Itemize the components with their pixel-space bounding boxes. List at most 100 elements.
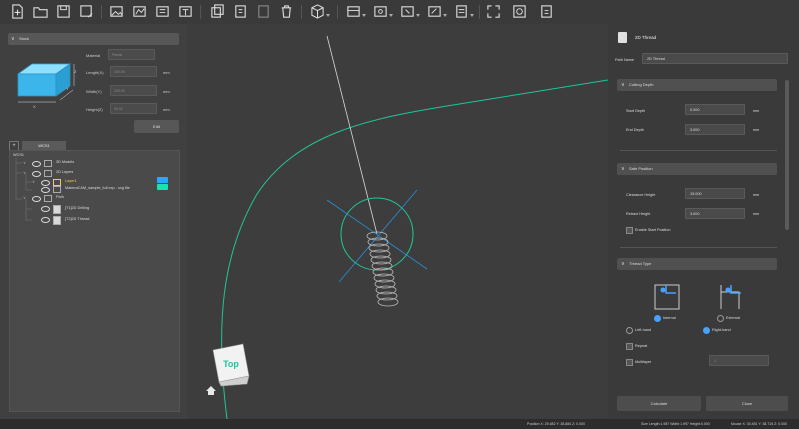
viewport-canvas[interactable]: Top <box>187 24 608 419</box>
export-gcode-icon[interactable] <box>538 3 555 20</box>
position-readout: Position X: 29.482 Y: 38.884 Z: 0.000 <box>527 422 585 426</box>
delete-icon[interactable] <box>278 3 295 20</box>
open-folder-icon[interactable] <box>32 3 49 20</box>
length-unit: mm <box>163 70 170 75</box>
start-depth-unit: mm <box>753 109 760 113</box>
repeat-checkbox[interactable] <box>626 343 633 350</box>
section-divider <box>620 247 777 248</box>
toolbar-separator <box>101 5 102 19</box>
retract-height-unit: mm <box>753 212 760 216</box>
left-panel: ∨ Stock X Y Z Material Plastic Length(X)… <box>0 24 187 419</box>
toolbar-separator <box>200 5 201 19</box>
cutting-depth-label: Cutting Depth <box>629 82 654 87</box>
import-image-icon[interactable] <box>108 3 125 20</box>
calculate-button[interactable]: Calculate <box>617 396 701 411</box>
material-field[interactable]: Plastic <box>108 49 155 60</box>
tree-item-svg-file[interactable]: MakeraCAM_sample_full.exp - svg file <box>65 186 130 190</box>
toolpath-2d-icon[interactable] <box>345 3 362 20</box>
main-toolbar <box>0 0 799 25</box>
end-depth-label: End Depth <box>626 128 644 132</box>
thread-icon[interactable] <box>453 3 470 20</box>
tab-wcs1[interactable]: WCS1 <box>22 141 66 150</box>
paste-icon[interactable] <box>232 3 249 20</box>
import-model-icon[interactable] <box>154 3 171 20</box>
thread-type-label: Thread Type <box>629 261 652 266</box>
cutting-depth-header[interactable]: ∨ Cutting Depth <box>617 79 777 91</box>
right-hand-radio[interactable] <box>703 327 710 334</box>
save-as-icon[interactable] <box>78 3 95 20</box>
external-thread-icon[interactable] <box>717 284 743 310</box>
path-name-field[interactable]: 2D Thread <box>642 53 788 64</box>
engrave-icon[interactable] <box>426 3 443 20</box>
tree-connector-lines <box>15 158 32 221</box>
layer-color-swatch[interactable] <box>157 177 168 183</box>
length-label: Length(X) <box>86 70 104 75</box>
thread-operation-icon <box>618 32 627 43</box>
internal-label: Internal <box>663 316 676 320</box>
simulation-icon[interactable] <box>511 3 528 20</box>
close-button[interactable]: Close <box>706 396 788 411</box>
file-color-swatch[interactable] <box>157 184 168 190</box>
view-cube-icon[interactable] <box>309 3 326 20</box>
repeat-label: Repeat <box>635 344 648 348</box>
chevron-down-icon: ∨ <box>621 82 625 88</box>
width-label: Width(Y) <box>86 89 102 94</box>
internal-thread-icon[interactable] <box>654 284 680 310</box>
axis-x-label: X <box>33 104 36 109</box>
path-name-label: Path Name <box>615 58 634 62</box>
panel-title: 2D Thread <box>635 35 657 40</box>
section-divider <box>620 150 777 151</box>
stock-section-header[interactable]: ∨ Stock <box>8 33 179 45</box>
drilling-icon[interactable] <box>399 3 416 20</box>
safe-position-header[interactable]: ∨ Safe Position <box>617 163 777 175</box>
thread-dropdown-icon[interactable] <box>470 14 474 17</box>
duplicate-icon[interactable] <box>255 3 272 20</box>
drilling-dropdown-icon[interactable] <box>416 14 420 17</box>
engrave-dropdown-icon[interactable] <box>443 14 447 17</box>
tree-tab-bar: + WCS1 <box>9 141 179 151</box>
width-field[interactable]: 200.00 <box>110 85 157 96</box>
height-field[interactable]: 20.00 <box>110 103 157 114</box>
text-tool-icon[interactable] <box>177 3 194 20</box>
internal-radio[interactable] <box>654 315 661 322</box>
external-radio[interactable] <box>717 315 724 322</box>
edit-stock-button[interactable]: Edit <box>134 120 179 133</box>
toolpath-2d-dropdown-icon[interactable] <box>362 14 366 17</box>
left-hand-radio[interactable] <box>626 327 633 334</box>
toolpath-3d-icon[interactable] <box>372 3 389 20</box>
home-view-icon[interactable] <box>206 386 216 395</box>
save-icon[interactable] <box>55 3 72 20</box>
enable-start-position-checkbox[interactable] <box>626 227 633 234</box>
panel-scrollbar[interactable] <box>785 80 789 230</box>
enable-start-position-label: Enable Start Position <box>635 228 671 232</box>
clearance-height-field[interactable]: 15.000 <box>685 188 745 199</box>
tool-axis-line <box>326 35 378 235</box>
view-cube[interactable]: Top <box>212 343 250 387</box>
status-bar: Position X: 29.482 Y: 38.884 Z: 0.000 Si… <box>0 419 799 429</box>
toolbar-separator <box>337 5 338 19</box>
clearance-height-unit: mm <box>753 193 760 197</box>
length-field[interactable]: 200.00 <box>110 66 157 77</box>
thread-type-header[interactable]: ∨ Thread Type <box>617 258 777 270</box>
end-depth-unit: mm <box>753 128 760 132</box>
copy-icon[interactable] <box>209 3 226 20</box>
import-vector-icon[interactable] <box>131 3 148 20</box>
3d-viewport[interactable]: Top <box>187 24 608 419</box>
left-hand-label: Left-hand <box>635 328 652 332</box>
chevron-down-icon: ∨ <box>11 36 15 42</box>
toolpath-curve[interactable] <box>221 79 608 419</box>
object-tree: WCS1 ∨ 3D Models ∨ 2D Layers ∨ Layer1 Ma… <box>9 150 180 412</box>
start-depth-field[interactable]: 0.000 <box>685 104 745 115</box>
multilayer-label: Multilayer <box>635 360 652 364</box>
crosshair-line <box>326 199 428 270</box>
view-dropdown-icon[interactable] <box>326 14 330 17</box>
toolpath-3d-dropdown-icon[interactable] <box>389 14 393 17</box>
multilayer-field[interactable]: 1 <box>709 355 769 366</box>
retract-height-label: Retract Height <box>626 212 651 216</box>
retract-height-field[interactable]: 3.000 <box>685 208 745 219</box>
external-label: External <box>726 316 740 320</box>
new-file-icon[interactable] <box>9 3 26 20</box>
end-depth-field[interactable]: 3.000 <box>685 124 745 135</box>
fullscreen-icon[interactable] <box>485 3 502 20</box>
multilayer-checkbox[interactable] <box>626 359 633 366</box>
